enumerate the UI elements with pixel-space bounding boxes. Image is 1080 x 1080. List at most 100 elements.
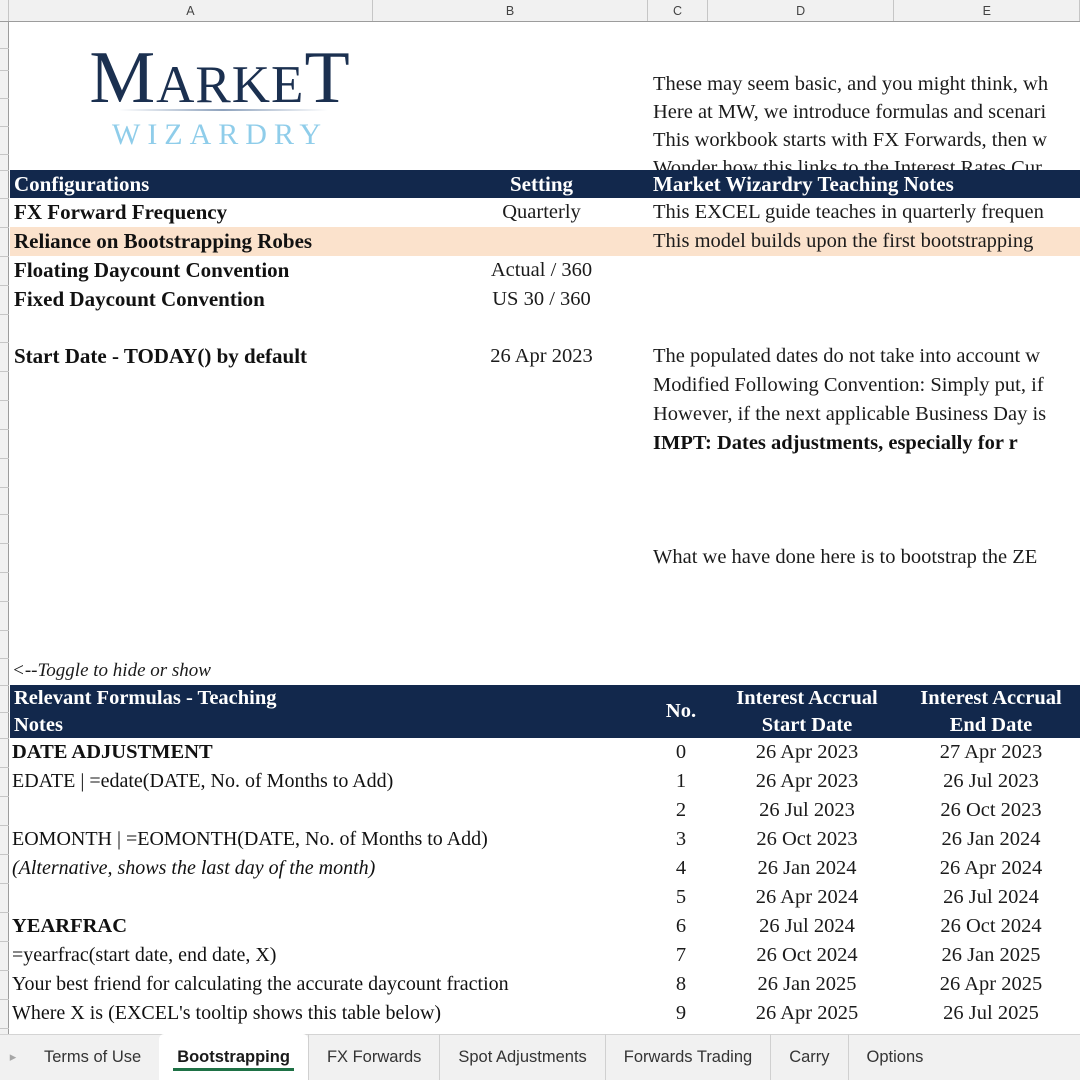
row-gridline	[0, 999, 9, 1000]
config-row-note-1: This model builds upon the first bootstr…	[653, 230, 1034, 252]
sheet-tab-label: Carry	[789, 1047, 830, 1066]
column-header-d[interactable]: D	[707, 0, 895, 21]
config-row-setting-2[interactable]: Actual / 360	[430, 256, 653, 285]
formula-row-label: EDATE | =edate(DATE, No. of Months to Ad…	[12, 770, 394, 792]
formula-row-number: 1	[675, 770, 687, 792]
intro-note-line-1: These may seem basic, and you might thin…	[653, 72, 1049, 95]
sheet-tab-bar: ▸ Terms of Use Bootstrapping FX Forwards Sp…	[0, 1034, 1080, 1080]
sheet-tab-spot-adjustments[interactable]: Spot Adjustments	[439, 1034, 604, 1080]
formula-header-start-line2: Start Date	[761, 713, 853, 736]
config-row-setting-3[interactable]: US 30 / 360	[430, 285, 653, 314]
row-gridline	[0, 371, 9, 372]
row-gridline	[0, 170, 9, 171]
config-row-setting-0[interactable]: Quarterly	[430, 198, 653, 227]
formula-row-number: 4	[675, 857, 687, 879]
sheet-tab-label: Forwards Trading	[623, 1047, 753, 1066]
formula-row-start-date: 26 Apr 2023	[755, 741, 859, 763]
logo-divider-rule	[118, 109, 328, 111]
sheet-tab-carry[interactable]: Carry	[770, 1034, 847, 1080]
formula-row-number: 7	[675, 944, 687, 966]
config-row-label-2: Floating Daycount Convention	[14, 258, 290, 282]
active-tab-underline	[173, 1068, 294, 1071]
row-gridline	[0, 825, 9, 826]
formula-row-end-date: 26 Jan 2025	[941, 944, 1041, 966]
date-note-line-1: The populated dates do not take into acc…	[653, 345, 1041, 367]
formula-row-start-date: 26 Apr 2025	[755, 1002, 859, 1024]
row-gridline	[0, 712, 9, 713]
row-gridline	[0, 941, 9, 942]
formula-row-label: YEARFRAC	[12, 915, 128, 937]
formula-row-label: EOMONTH | =EOMONTH(DATE, No. of Months t…	[12, 828, 488, 850]
column-header-b[interactable]: B	[373, 0, 648, 21]
row-gridline	[0, 429, 9, 430]
row-gridline	[0, 285, 9, 286]
date-note-line-4-important: IMPT: Dates adjustments, especially for …	[653, 432, 1018, 454]
formula-row-end-date: 26 Jan 2024	[941, 828, 1041, 850]
sheet-tab-label: FX Forwards	[326, 1047, 422, 1066]
date-note-line-3: However, if the next applicable Business…	[653, 403, 1047, 425]
formula-row-number: 2	[675, 799, 687, 821]
row-gridline	[0, 883, 9, 884]
row-gridline	[0, 685, 9, 686]
toggle-hide-show-note[interactable]: <--Toggle to hide or show	[12, 658, 432, 684]
sheet-tab-forwards-trading[interactable]: Forwards Trading	[604, 1034, 770, 1080]
sheet-tab-label: Bootstrapping	[177, 1047, 290, 1066]
start-date-value[interactable]: 26 Apr 2023	[430, 342, 653, 371]
row-gridline	[0, 256, 9, 257]
config-row-note-0: This EXCEL guide teaches in quarterly fr…	[653, 201, 1044, 223]
tab-nav-right-icon[interactable]: ▸	[0, 1034, 26, 1080]
row-gridline	[0, 912, 9, 913]
config-row-label-0: FX Forward Frequency	[14, 200, 228, 224]
sheet-tab-fx-forwards[interactable]: FX Forwards	[307, 1034, 439, 1080]
worksheet-grid: MARKET WIZARDRY These may seem basic, an…	[0, 22, 1080, 1034]
sheet-tab-bootstrapping[interactable]: Bootstrapping	[159, 1034, 308, 1080]
column-header-a[interactable]: A	[8, 0, 374, 21]
column-header-c[interactable]: C	[648, 0, 708, 21]
formula-row-label: =yearfrac(start date, end date, X)	[12, 944, 277, 966]
formula-row-label: DATE ADJUSTMENT	[12, 741, 213, 763]
configurations-header-label: Configurations	[14, 171, 150, 196]
config-row-setting-1[interactable]	[430, 227, 653, 256]
formula-row-end-date: 26 Jul 2024	[943, 886, 1039, 908]
market-wizardry-logo: MARKET WIZARDRY	[10, 24, 430, 169]
row-gridline	[0, 796, 9, 797]
formula-row-start-date: 26 Jan 2024	[757, 857, 857, 879]
formula-row-start-date: 26 Oct 2023	[756, 828, 858, 850]
formula-row-start-date: 26 Oct 2024	[756, 944, 858, 966]
formula-row-end-date: 26 Apr 2024	[939, 857, 1043, 879]
row-gridline	[0, 126, 9, 127]
row-gridline	[0, 1028, 9, 1029]
formula-row-end-date: 26 Apr 2025	[939, 973, 1043, 995]
intro-note-line-2: Here at MW, we introduce formulas and sc…	[653, 100, 1047, 123]
formula-header-title-line1: Relevant Formulas - Teaching	[14, 687, 277, 709]
column-header-e[interactable]: E	[894, 0, 1080, 21]
sheet-tab-options[interactable]: Options	[847, 1034, 942, 1080]
formula-row-number: 3	[675, 828, 687, 850]
formula-row-number: 9	[675, 1002, 687, 1024]
row-gridline	[0, 630, 9, 631]
row-gridline	[0, 572, 9, 573]
row-header-strip[interactable]	[0, 22, 9, 1034]
row-gridline	[0, 98, 9, 99]
formula-row-number: 5	[675, 886, 687, 908]
formula-row-start-date: 26 Jan 2025	[757, 973, 857, 995]
formula-row-start-date: 26 Apr 2023	[755, 770, 859, 792]
logo-wordmark: MARKET	[89, 41, 350, 115]
date-note-line-2: Modified Following Convention: Simply pu…	[653, 374, 1044, 396]
formula-row-label	[12, 796, 648, 825]
formula-header-no: No.	[665, 700, 697, 722]
formula-row-number: 0	[675, 741, 687, 763]
select-all-corner[interactable]	[0, 0, 9, 21]
formula-header-start-line1: Interest Accrual	[736, 687, 878, 709]
formula-row-label: Your best friend for calculating the acc…	[12, 973, 509, 995]
row-gridline	[0, 314, 9, 315]
formula-row-start-date: 26 Jul 2023	[759, 799, 855, 821]
row-gridline	[0, 738, 9, 739]
formula-row-end-date: 26 Oct 2023	[940, 799, 1042, 821]
sheet-tab-terms-of-use[interactable]: Terms of Use	[26, 1034, 159, 1080]
formula-header-end-line2: End Date	[949, 713, 1033, 736]
row-gridline	[0, 70, 9, 71]
formula-row-start-date: 26 Jul 2024	[759, 915, 855, 937]
formula-header-end-line1: Interest Accrual	[920, 687, 1062, 709]
logo-subtitle: WIZARDRY	[112, 118, 328, 151]
